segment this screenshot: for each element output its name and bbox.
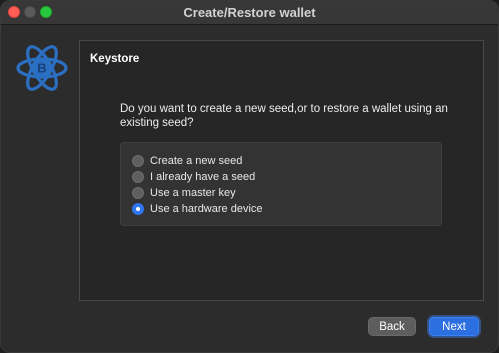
option-hardware-device[interactable]: Use a hardware device (132, 202, 263, 216)
electrum-logo-svg: B (16, 45, 68, 91)
option-master-key[interactable]: Use a master key (132, 186, 236, 200)
option-label: Create a new seed (150, 155, 243, 167)
option-already-have-seed[interactable]: I already have a seed (132, 170, 255, 184)
option-create-new-seed[interactable]: Create a new seed (132, 154, 242, 168)
question-text: Do you want to create a new seed,or to r… (120, 103, 448, 129)
radio-already-have-seed[interactable] (132, 171, 144, 183)
electrum-logo-icon: B (15, 41, 69, 95)
panel-title: Keystore (90, 53, 140, 65)
back-button[interactable]: Back (368, 317, 416, 336)
option-label: Use a master key (150, 187, 236, 199)
option-label: Use a hardware device (150, 203, 263, 215)
radio-master-key[interactable] (132, 187, 144, 199)
next-button[interactable]: Next (429, 317, 479, 336)
radio-hardware-device[interactable] (132, 203, 144, 215)
keystore-panel: Keystore Do you want to create a new see… (79, 40, 484, 301)
title-bar: Create/Restore wallet (1, 1, 498, 25)
radio-create-new-seed[interactable] (132, 155, 144, 167)
create-restore-wallet-window: Create/Restore wallet B Keystore Do you … (0, 0, 499, 353)
window-title: Create/Restore wallet (183, 5, 316, 20)
logo-glyph: B (37, 61, 46, 76)
keystore-options-group: Create a new seed I already have a seed … (120, 142, 442, 226)
option-label: I already have a seed (150, 171, 256, 183)
